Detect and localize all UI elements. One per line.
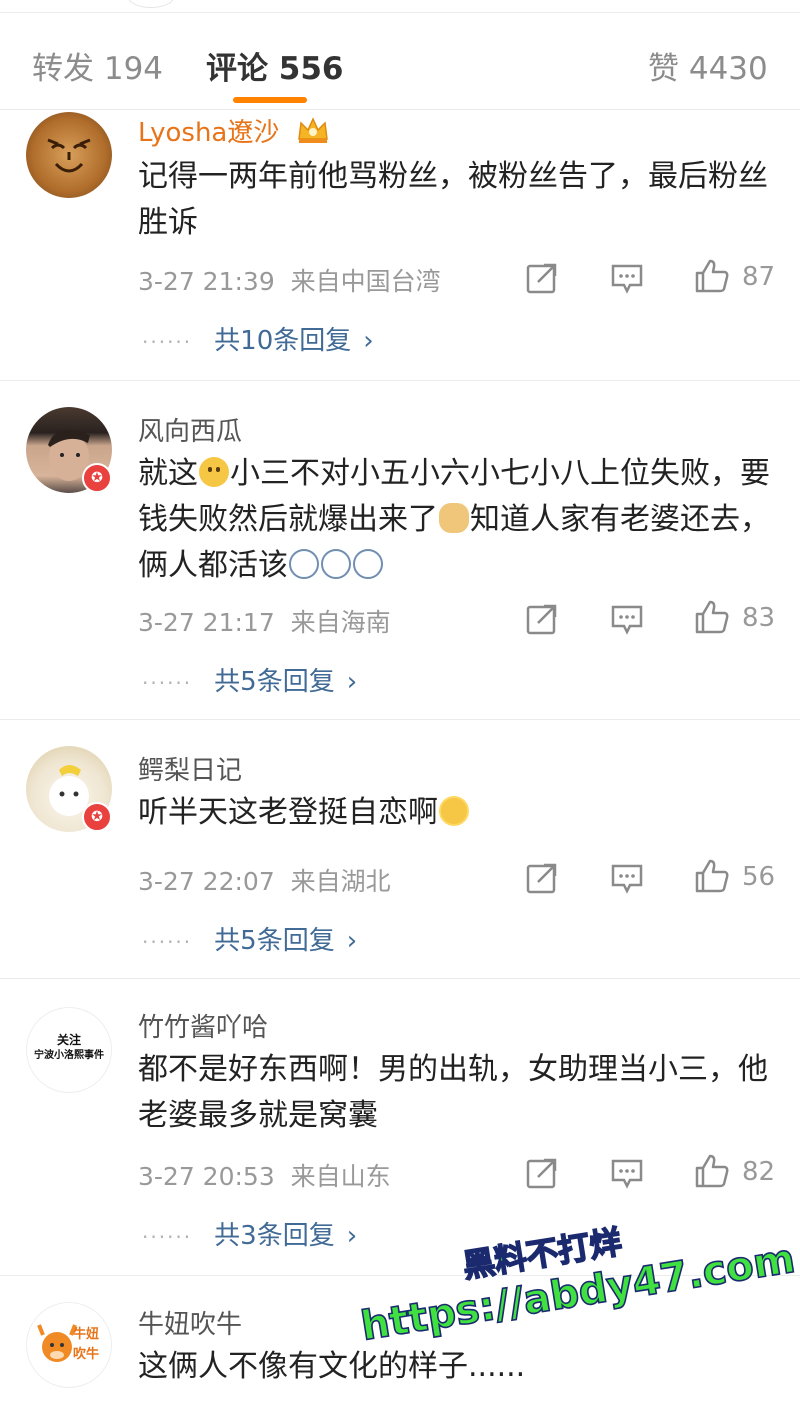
comment-text: 记得一两年前他骂粉丝，被粉丝告了，最后粉丝胜诉 — [138, 159, 768, 240]
comment-icon[interactable] — [610, 862, 644, 894]
comment-item: ✪ 风向西瓜 就这 小三不对小五小六小七小八上位失败，要钱失败然后就爆出来了 知道人… — [0, 381, 800, 720]
like-count: 56 — [742, 862, 776, 892]
avatar[interactable]: ✪ — [26, 746, 112, 832]
avatar[interactable]: 关注 宁波小洛熙事件 — [26, 1007, 112, 1093]
comment-icon[interactable] — [610, 603, 644, 635]
share-icon[interactable] — [526, 262, 558, 294]
comment-text: 听半天这老登挺自恋啊 — [138, 790, 778, 836]
cry-emoji-icon — [321, 549, 351, 579]
like-icon[interactable] — [694, 599, 730, 635]
username[interactable]: 牛妞吹牛 — [138, 1304, 242, 1341]
tab-bar: 转发 194 评论 556 赞 4430 — [0, 13, 800, 110]
comment-icon[interactable] — [610, 1157, 644, 1189]
comment-text: 都不是好东西啊！男的出轨，女助理当小三，他老婆最多就是窝囊 — [138, 1052, 768, 1133]
share-icon[interactable] — [526, 603, 558, 635]
avatar-text: 牛妞 吹牛 — [73, 1327, 100, 1362]
active-tab-indicator — [233, 97, 307, 103]
comment-text: 就这 小三不对小五小六小七小八上位失败，要钱失败然后就爆出来了 知道人家有老婆还去，… — [138, 456, 770, 583]
username[interactable]: 竹竹酱吖哈 — [138, 1007, 268, 1044]
dots-divider: ······ — [142, 330, 193, 354]
top-divider — [0, 0, 800, 13]
tab-reposts[interactable]: 转发 194 — [32, 43, 163, 88]
avatar[interactable]: 牛妞 吹牛 — [26, 1302, 112, 1388]
verified-badge-icon: ✪ — [82, 802, 112, 832]
verified-badge-icon: ✪ — [82, 463, 112, 493]
comment-item: Lyosha遼沙 记得一两年前他骂粉丝，被粉丝告了，最后粉丝胜诉 3-27 21… — [0, 110, 800, 381]
share-icon[interactable] — [526, 1157, 558, 1189]
sad-emoji-icon — [199, 457, 229, 487]
view-replies-link[interactable]: ······ 共10条回复 › — [142, 320, 374, 357]
chevron-right-icon: › — [346, 667, 358, 697]
comment-item: ✪ 鳄梨日记 听半天这老登挺自恋啊 3-27 22:07 来自湖北 56 ···… — [0, 720, 800, 979]
doge-emoji-icon — [439, 503, 469, 533]
cry-emoji-icon — [353, 549, 383, 579]
username[interactable]: Lyosha遼沙 — [138, 112, 330, 152]
dots-divider: ······ — [142, 930, 193, 954]
view-replies-link[interactable]: ······ 共5条回复 › — [142, 920, 357, 957]
like-count: 87 — [742, 262, 776, 292]
username[interactable]: 鳄梨日记 — [138, 750, 242, 787]
chevron-right-icon: › — [346, 926, 358, 956]
tab-likes[interactable]: 赞 4430 — [648, 43, 768, 88]
comment-icon[interactable] — [610, 262, 644, 294]
comment-meta: 3-27 22:07 来自湖北 — [138, 867, 391, 896]
laugh-cry-emoji-icon — [439, 796, 469, 826]
like-icon[interactable] — [694, 1153, 730, 1189]
view-replies-link[interactable]: ······ 共3条回复 › — [142, 1215, 357, 1252]
like-count: 82 — [742, 1157, 776, 1187]
sheet-handle — [128, 0, 174, 8]
dots-divider: ······ — [142, 1225, 193, 1249]
like-icon[interactable] — [694, 858, 730, 894]
share-icon[interactable] — [526, 862, 558, 894]
crown-icon — [296, 115, 330, 152]
avatar[interactable]: ✪ — [26, 407, 112, 493]
comment-meta: 3-27 20:53 来自山东 — [138, 1162, 391, 1191]
cry-emoji-icon — [289, 549, 319, 579]
like-count: 83 — [742, 603, 776, 633]
dots-divider: ······ — [142, 671, 193, 695]
chevron-right-icon: › — [363, 326, 374, 356]
avatar-text: 关注 宁波小洛熙事件 — [34, 1033, 104, 1061]
comment-meta: 3-27 21:39 来自中国台湾 — [138, 267, 441, 296]
view-replies-link[interactable]: ······ 共5条回复 › — [142, 661, 357, 698]
like-icon[interactable] — [694, 258, 730, 294]
avatar[interactable] — [26, 112, 112, 198]
tab-comments[interactable]: 评论 556 — [206, 43, 344, 88]
username[interactable]: 风向西瓜 — [138, 411, 242, 448]
comment-meta: 3-27 21:17 来自海南 — [138, 608, 391, 637]
chevron-right-icon: › — [346, 1221, 358, 1251]
